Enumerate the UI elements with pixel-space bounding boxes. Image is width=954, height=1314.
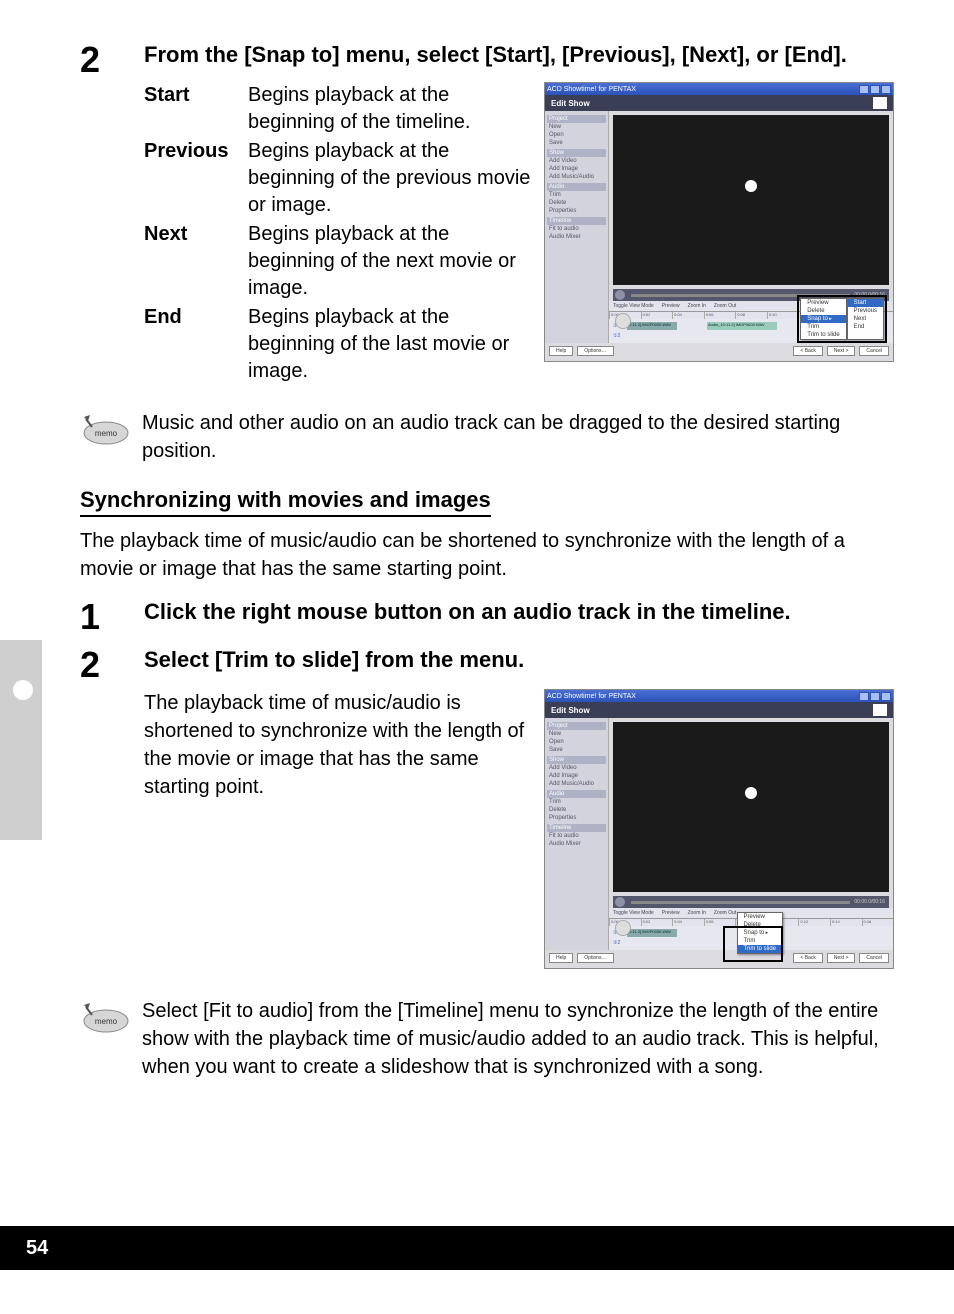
- next-button: Next >: [827, 346, 856, 356]
- sidebar-group: Audio: [547, 183, 606, 191]
- track-label: ①2: [613, 333, 627, 339]
- sidebar-item: Delete: [547, 199, 606, 207]
- options-button: Options…: [577, 346, 613, 356]
- sidebar-group: Project: [547, 115, 606, 123]
- toolbar-item: Preview: [662, 303, 680, 309]
- preview-glyph-icon: [745, 180, 757, 192]
- def-term: End: [144, 304, 248, 385]
- memo-text: Select [Fit to audio] from the [Timeline…: [142, 997, 894, 1081]
- sidebar-item: Add Image: [547, 165, 606, 173]
- menu-item-trim-to-slide: Trim to slide: [738, 945, 782, 953]
- page-footer: 54: [0, 1226, 954, 1270]
- submenu-item-next: Next: [848, 315, 883, 323]
- toolbar-item: Zoom In: [688, 303, 706, 309]
- side-tab-dot: [13, 680, 33, 700]
- def-desc: Begins playback at the beginning of the …: [248, 221, 532, 302]
- step-instruction: From the [Snap to] menu, select [Start],…: [144, 40, 894, 70]
- context-menu-snap-to: Preview Delete Snap to Trim Trim to slid…: [797, 295, 887, 343]
- svg-text:memo: memo: [95, 1017, 118, 1026]
- audio-clip: Audio_10:11.2] IMGP0000.WAV: [707, 322, 777, 330]
- menu-item: Delete: [738, 921, 782, 929]
- section-heading: Synchronizing with movies and images: [80, 487, 491, 517]
- submenu-item-end: End: [848, 323, 883, 331]
- sidebar-item: Audio Mixer: [547, 233, 606, 241]
- sidebar-group: Timeline: [547, 217, 606, 225]
- sidebar-item: Add Music/Audio: [547, 173, 606, 181]
- def-term: Start: [144, 82, 248, 136]
- step-instruction: Click the right mouse button on an audio…: [144, 597, 894, 627]
- cancel-button: Cancel: [859, 346, 889, 356]
- sidebar-item: Fit to audio: [547, 225, 606, 233]
- mode-icon: [873, 704, 887, 716]
- def-desc: Begins playback at the beginning of the …: [248, 82, 532, 136]
- app-sidebar: Project New Open Save Show Add Video Add…: [545, 111, 609, 343]
- section-intro: The playback time of music/audio can be …: [80, 527, 894, 583]
- manual-page: 2 From the [Snap to] menu, select [Start…: [0, 0, 954, 1270]
- menu-item: Trim: [801, 323, 845, 331]
- app-sidebar: Project New Open Save Show Add Video Add…: [545, 718, 609, 950]
- play-button-icon: [615, 290, 625, 300]
- sidebar-item: Trim: [547, 191, 606, 199]
- step-instruction: Select [Trim to slide] from the menu.: [144, 645, 894, 675]
- submenu-item-start: Start: [848, 299, 883, 307]
- menu-item: Delete: [801, 307, 845, 315]
- result-text: The playback time of music/audio is shor…: [144, 689, 544, 801]
- sidebar-group: Show: [547, 149, 606, 157]
- screenshot-trim-to-slide: ACD Showtime! for PENTAX Edit Show Proje…: [544, 689, 894, 969]
- sidebar-item: New: [547, 123, 606, 131]
- side-tab-band: [0, 640, 42, 840]
- def-term: Next: [144, 221, 248, 302]
- step-number: 2: [80, 40, 144, 78]
- subtitle: Edit Show: [551, 706, 590, 715]
- sidebar-item: Add Video: [547, 157, 606, 165]
- memo-text: Music and other audio on an audio track …: [142, 409, 894, 465]
- sidebar-item: Save: [547, 139, 606, 147]
- sync-step-1: 1 Click the right mouse button on an aud…: [80, 597, 894, 635]
- def-desc: Begins playback at the beginning of the …: [248, 304, 532, 385]
- menu-item-snap-to: Snap to: [801, 315, 845, 323]
- menu-item: Preview: [801, 299, 845, 307]
- sidebar-item: Properties: [547, 207, 606, 215]
- subtitle: Edit Show: [551, 99, 590, 108]
- window-title: ACD Showtime! for PENTAX: [547, 86, 636, 93]
- audio-clip: [0:11.2] IMGP0000.WAV: [627, 322, 677, 330]
- page-number: 54: [26, 1237, 48, 1260]
- back-button: < Back: [793, 346, 822, 356]
- definitions-and-screenshot: StartBegins playback at the beginning of…: [80, 82, 894, 387]
- face-icon: [615, 313, 631, 329]
- toolbar-item: Zoom Out: [714, 303, 736, 309]
- context-menu-trim: Preview Delete Snap to Trim Trim to slid…: [737, 912, 783, 954]
- menu-item: Trim to slide: [801, 331, 845, 339]
- menu-item: Preview: [738, 913, 782, 921]
- menu-item: Trim: [738, 937, 782, 945]
- help-button: Help: [549, 346, 573, 356]
- def-term: Previous: [144, 138, 248, 219]
- sidebar-item: Open: [547, 131, 606, 139]
- wizard-buttons: Help Options… < Back Next > Cancel: [545, 343, 893, 359]
- submenu-item-previous: Previous: [848, 307, 883, 315]
- video-preview: [613, 115, 889, 285]
- snap-to-definitions: StartBegins playback at the beginning of…: [144, 82, 532, 387]
- toolbar-item: Toggle View Mode: [613, 303, 654, 309]
- memo-note-1: memo Music and other audio on an audio t…: [80, 409, 894, 465]
- step-number: 2: [80, 645, 144, 683]
- memo-note-2: memo Select [Fit to audio] from the [Tim…: [80, 997, 894, 1081]
- menu-item: Snap to: [738, 929, 782, 937]
- result-and-screenshot: The playback time of music/audio is shor…: [80, 689, 894, 969]
- mode-icon: [873, 97, 887, 109]
- screenshot-snap-to: ACD Showtime! for PENTAX Edit Show Proje…: [544, 82, 894, 362]
- window-controls: [859, 692, 891, 701]
- svg-text:memo: memo: [95, 429, 118, 438]
- window-title: ACD Showtime! for PENTAX: [547, 693, 636, 700]
- memo-icon: memo: [80, 409, 142, 452]
- def-desc: Begins playback at the beginning of the …: [248, 138, 532, 219]
- window-controls: [859, 85, 891, 94]
- memo-icon: memo: [80, 997, 142, 1040]
- step-number: 1: [80, 597, 144, 635]
- step-2-header: 2 From the [Snap to] menu, select [Start…: [80, 40, 894, 78]
- sync-step-2: 2 Select [Trim to slide] from the menu.: [80, 645, 894, 683]
